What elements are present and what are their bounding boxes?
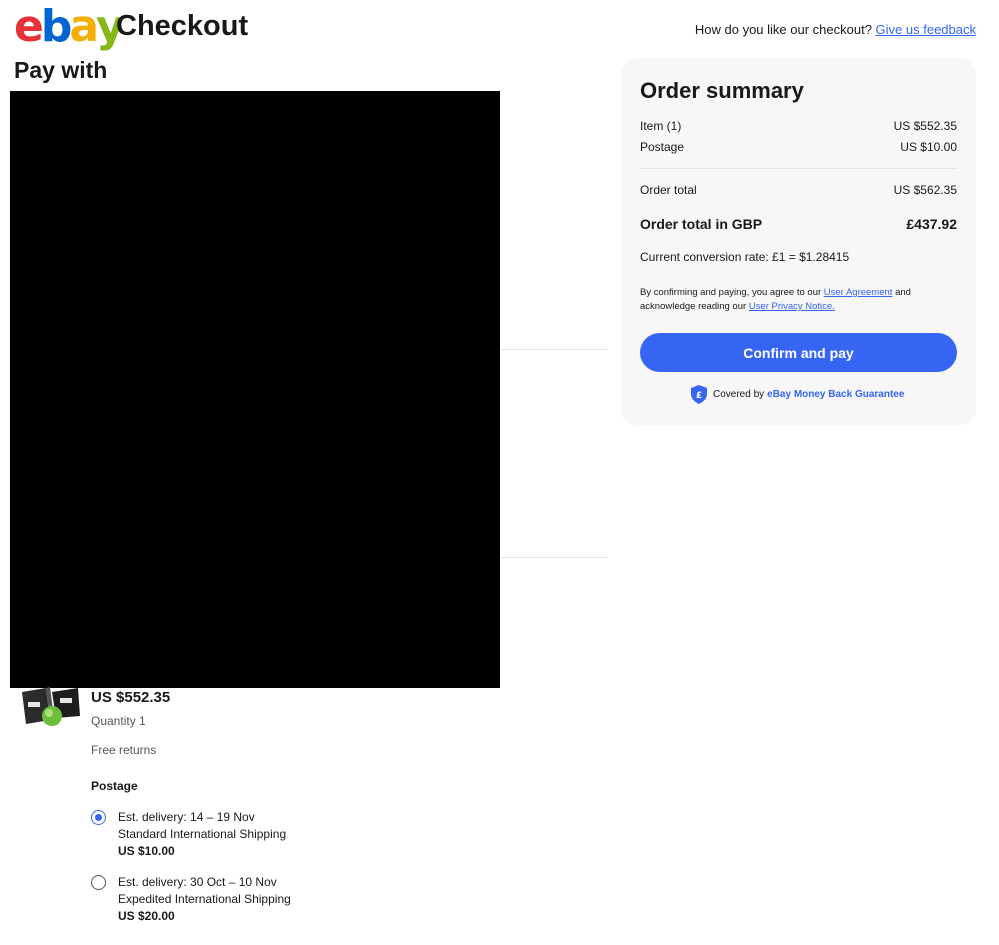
- shipping-option-standard[interactable]: Est. delivery: 14 – 19 Nov Standard Inte…: [91, 809, 286, 860]
- summary-row-total: Order total US $562.35: [640, 183, 957, 197]
- shipping-service: Expedited International Shipping: [118, 892, 291, 906]
- postage-label: Postage: [640, 140, 685, 154]
- summary-row-postage: Postage US $10.00: [640, 140, 957, 154]
- order-summary-panel: Order summary Item (1) US $552.35 Postag…: [621, 58, 976, 425]
- summary-row-items: Item (1) US $552.35: [640, 119, 957, 133]
- gbp-total-value: £437.92: [906, 216, 957, 232]
- order-summary-title: Order summary: [640, 78, 804, 103]
- postage-heading: Postage: [91, 779, 138, 793]
- page-title: Checkout: [116, 10, 249, 42]
- user-privacy-notice-link[interactable]: User Privacy Notice.: [749, 301, 835, 312]
- legal-notice: By confirming and paying, you agree to o…: [640, 287, 911, 312]
- shipping-price: US $10.00: [118, 844, 175, 858]
- item-thumbnail[interactable]: [20, 686, 82, 732]
- conversion-rate: Current conversion rate: £1 = $1.28415: [640, 250, 850, 264]
- radio-button[interactable]: [91, 875, 106, 890]
- gbp-total-label: Order total in GBP: [640, 216, 763, 232]
- delivery-estimate: Est. delivery: 14 – 19 Nov: [118, 810, 255, 824]
- confirm-and-pay-button[interactable]: Confirm and pay: [640, 333, 957, 372]
- shipping-price: US $20.00: [118, 909, 175, 923]
- shipping-service: Standard International Shipping: [118, 827, 287, 841]
- money-back-guarantee-link[interactable]: eBay Money Back Guarantee: [767, 389, 904, 400]
- user-agreement-link[interactable]: User Agreement: [824, 287, 893, 298]
- feedback-prompt: How do you like our checkout? Give us fe…: [695, 22, 976, 37]
- feedback-question: How do you like our checkout?: [694, 22, 872, 37]
- shield-pound-icon: £: [691, 385, 707, 404]
- covered-by-label: Covered by: [713, 389, 765, 400]
- feedback-link[interactable]: Give us feedback: [876, 22, 976, 37]
- pay-with-heading: Pay with: [14, 57, 108, 83]
- radio-button-selected[interactable]: [91, 810, 106, 825]
- shipping-option-expedited[interactable]: Est. delivery: 30 Oct – 10 Nov Expedited…: [91, 874, 291, 925]
- items-value: US $552.35: [893, 119, 957, 133]
- delivery-estimate: Est. delivery: 30 Oct – 10 Nov: [118, 875, 277, 889]
- order-total-label: Order total: [640, 183, 697, 197]
- free-returns-label: Free returns: [91, 743, 157, 757]
- postage-value: US $10.00: [900, 140, 957, 154]
- money-back-guarantee: £ Covered by eBay Money Back Guarantee: [691, 385, 904, 404]
- summary-divider: [640, 168, 957, 169]
- item-price: US $552.35: [91, 689, 171, 706]
- ebay-logo[interactable]: ebay: [14, 5, 125, 49]
- summary-row-gbp-total: Order total in GBP £437.92: [640, 216, 957, 232]
- item-quantity: Quantity 1: [91, 714, 146, 728]
- order-total-value: US $562.35: [893, 183, 957, 197]
- items-label: Item (1): [640, 119, 682, 133]
- redacted-region: [10, 91, 500, 688]
- svg-text:£: £: [696, 391, 702, 401]
